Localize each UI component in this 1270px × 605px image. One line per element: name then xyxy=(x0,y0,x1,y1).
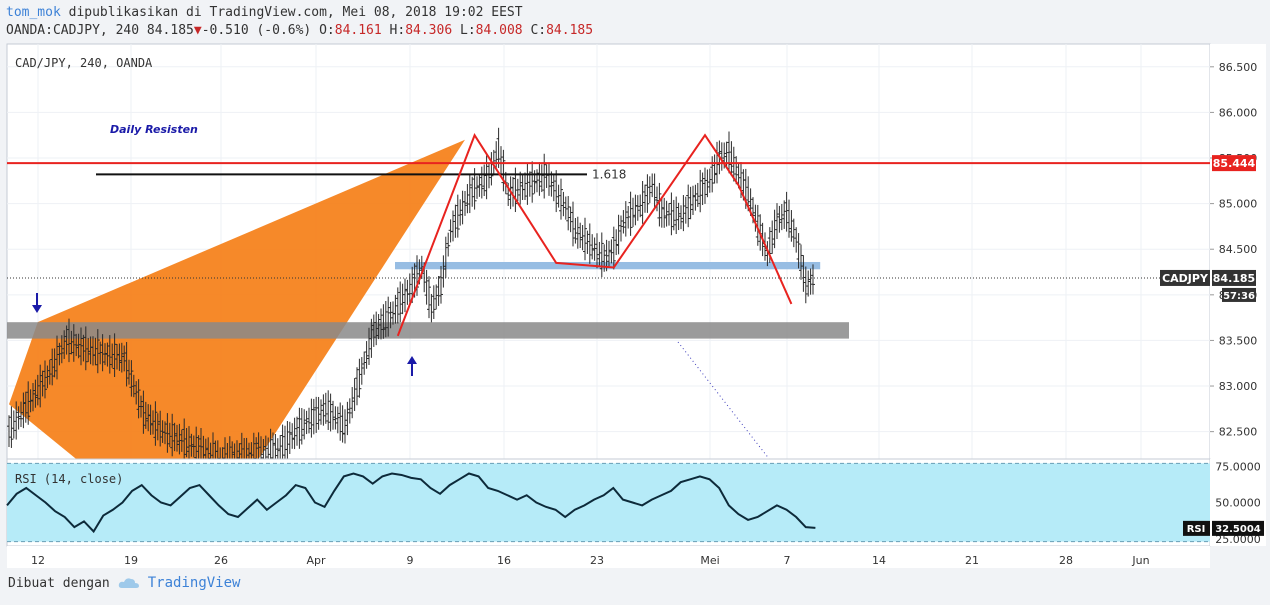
time-tick-label: Apr xyxy=(306,554,326,567)
time-tick-label: 14 xyxy=(872,554,886,567)
time-tick-label: 21 xyxy=(965,554,979,567)
neckline-zone xyxy=(395,261,821,270)
time-tick-label: 7 xyxy=(784,554,791,567)
time-tick-label: 19 xyxy=(124,554,138,567)
support-zone xyxy=(7,322,849,339)
price-tick-label: 85.000 xyxy=(1219,198,1258,211)
time-tick-label: 26 xyxy=(214,554,228,567)
time-axis[interactable] xyxy=(7,546,1210,568)
chart-title: CAD/JPY, 240, OANDA xyxy=(15,56,153,70)
fib-label: 1.618 xyxy=(592,167,626,181)
tradingview-link[interactable]: TradingView xyxy=(148,575,241,591)
time-tick-label: Mei xyxy=(700,554,719,567)
svg-text:CADJPY: CADJPY xyxy=(1162,272,1209,285)
svg-text:32.5004: 32.5004 xyxy=(1215,524,1261,535)
resistance-badge: 85.444 xyxy=(1212,155,1256,172)
time-tick-label: 9 xyxy=(407,554,414,567)
rsi-value-badge: RSI 32.5004 xyxy=(1183,520,1264,536)
rsi-tick-label: 75.0000 xyxy=(1215,460,1261,473)
price-tick-label: 82.500 xyxy=(1219,426,1258,439)
price-tick-label: 86.500 xyxy=(1219,61,1258,74)
time-tick-label: Jun xyxy=(1131,554,1149,567)
time-tick-label: 28 xyxy=(1059,554,1073,567)
daily-resist-label: Daily Resisten xyxy=(110,123,198,136)
time-tick-label: 23 xyxy=(590,554,604,567)
price-tick-label: 83.000 xyxy=(1219,380,1258,393)
svg-text:84.185: 84.185 xyxy=(1213,272,1255,285)
time-tick-label: 16 xyxy=(497,554,511,567)
rsi-title: RSI (14, close) xyxy=(15,472,123,486)
footer: Dibuat dengan TradingView xyxy=(8,575,240,591)
chart-canvas[interactable]: 1.618 Daily Resisten CAD/JPY, 240, OANDA… xyxy=(0,0,1270,605)
rsi-tick-label: 50.0000 xyxy=(1215,497,1261,510)
svg-text:57:36: 57:36 xyxy=(1223,291,1255,302)
time-tick-label: 12 xyxy=(31,554,45,567)
price-tick-label: 86.000 xyxy=(1219,106,1258,119)
price-tick-label: 84.500 xyxy=(1219,243,1258,256)
cloud-logo-icon xyxy=(118,578,139,588)
price-tick-label: 83.500 xyxy=(1219,334,1258,347)
svg-text:85.444: 85.444 xyxy=(1213,157,1256,170)
made-with-text: Dibuat dengan xyxy=(8,575,110,591)
rsi-band xyxy=(7,463,1210,542)
svg-text:RSI: RSI xyxy=(1187,524,1206,535)
